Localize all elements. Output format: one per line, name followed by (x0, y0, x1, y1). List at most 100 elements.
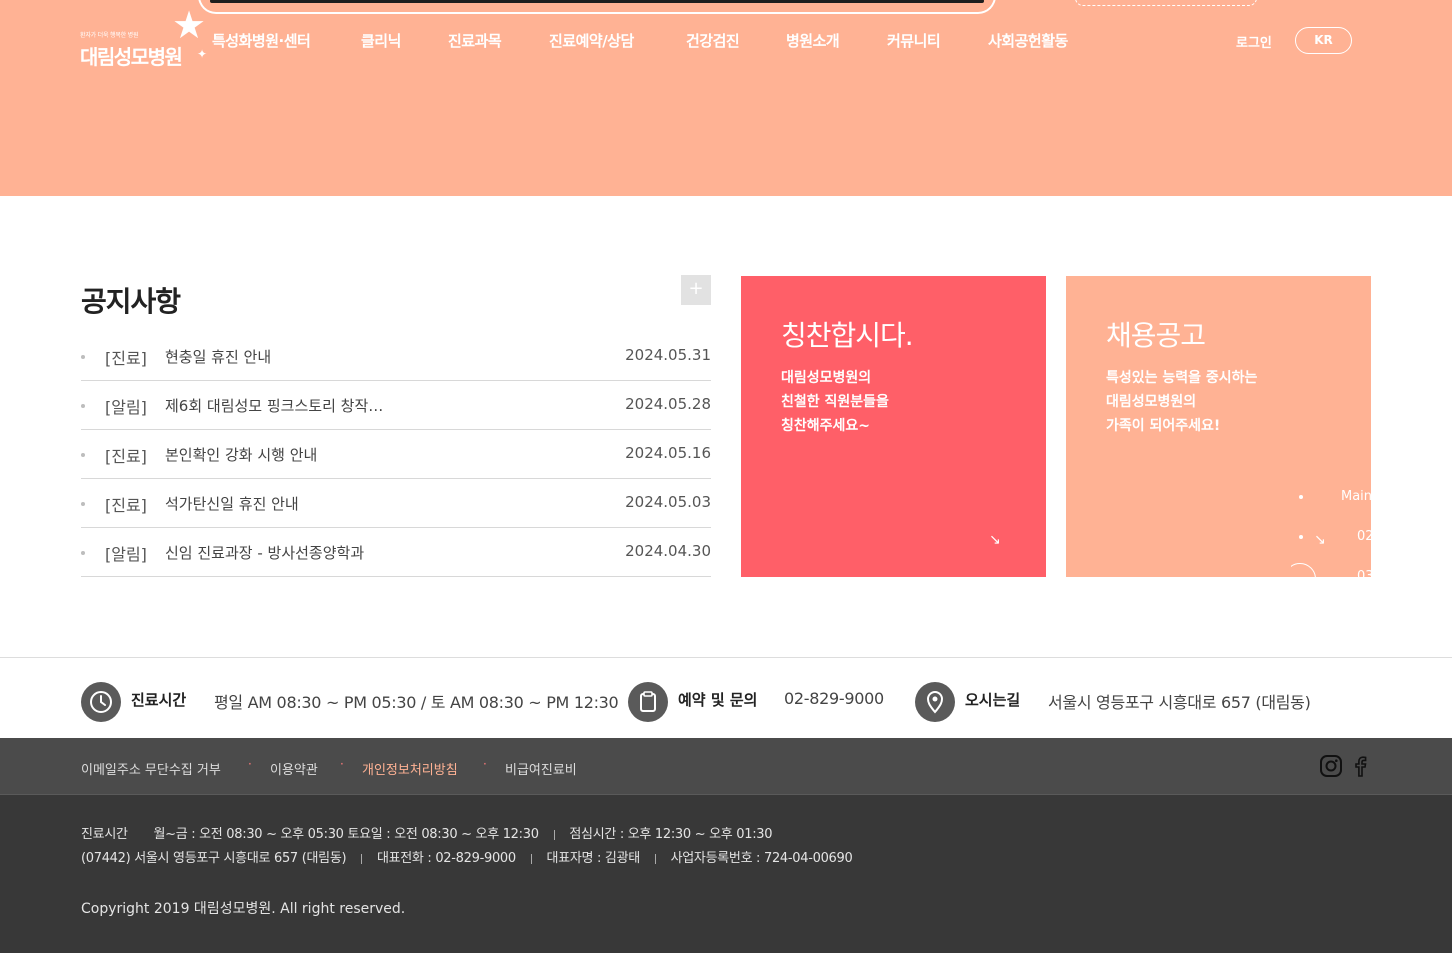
praise-banner[interactable]: 칭찬합시다. 대림성모병원의 친철한 직원분들을 칭찬해주세요~ ↘ (741, 276, 1046, 577)
nav-departments[interactable]: 진료과목 (448, 30, 502, 51)
notice-item[interactable]: [진료] 석가탄신일 휴진 안내 2024.05.03 (81, 479, 711, 528)
language-button[interactable]: KR (1295, 27, 1352, 54)
bullet-dot (81, 355, 85, 359)
notice-date: 2024.05.28 (625, 395, 711, 413)
bullet-dot (81, 551, 85, 555)
praise-description: 대림성모병원의 친철한 직원분들을 칭찬해주세요~ (781, 366, 889, 438)
notice-item-title: 현충일 휴진 안내 (165, 348, 272, 366)
notice-date: 2024.05.31 (625, 346, 711, 364)
notice-title: 공지사항 (81, 285, 181, 318)
logo-tagline: 환자가 더욱 행복한 병원 (80, 32, 139, 39)
recruit-title: 채용공고 (1106, 319, 1206, 352)
footer-phone: 대표전화 : 02-829-9000 (376, 851, 516, 866)
recruit-line: 대림성모병원의 (1106, 394, 1197, 410)
top-banner-frame (198, 0, 996, 14)
star-logo-icon: ★ (172, 3, 207, 47)
slider-dot[interactable] (1299, 535, 1303, 539)
footer-hours-label: 진료시간 (81, 827, 128, 842)
instagram-icon[interactable] (1319, 754, 1343, 778)
notice-more-button[interactable]: + (681, 275, 711, 305)
praise-line: 친철한 직원분들을 (781, 394, 889, 410)
slider-label-02[interactable]: 02 (1357, 529, 1371, 544)
logo[interactable]: 환자가 더욱 행복한 병원 대림성모병원 ★ ✦ (80, 6, 215, 72)
contact-label: 예약 및 문의 (678, 691, 758, 709)
divider (553, 829, 555, 840)
link-privacy-policy[interactable]: 개인정보처리방침 (362, 759, 458, 778)
divider (361, 853, 363, 864)
location-label: 오시는길 (965, 691, 1021, 709)
link-email-refusal[interactable]: 이메일주소 무단수집 거부 (81, 759, 221, 778)
slider-pagination: Main 02 03 (1291, 487, 1371, 577)
notice-item-title: 석가탄신일 휴진 안내 (165, 495, 299, 513)
bullet-dot (81, 502, 85, 506)
nav-about[interactable]: 병원소개 (786, 30, 840, 51)
arrow-down-right-icon: ↘ (989, 532, 1001, 548)
slider-label-03[interactable]: 03 (1357, 569, 1371, 577)
clock-icon (81, 682, 121, 722)
footer-info-line: (07442) 서울시 영등포구 시흥대로 657 (대림동) 대표전화 : 0… (81, 847, 853, 866)
divider (654, 853, 656, 864)
notice-date: 2024.04.30 (625, 542, 711, 560)
hours-label: 진료시간 (131, 691, 187, 709)
notice-category: [진료] (105, 447, 147, 466)
praise-line: 대림성모병원의 (781, 370, 872, 386)
praise-line: 칭찬해주세요~ (781, 418, 871, 434)
notice-list: [진료] 현충일 휴진 안내 2024.05.31 [알림] 제6회 대림성모 … (81, 332, 711, 577)
footer-address: (07442) 서울시 영등포구 시흥대로 657 (대림동) (81, 851, 347, 866)
location-pin-icon (915, 682, 955, 722)
site-footer: 진료시간 월~금 : 오전 08:30 ~ 오후 05:30 토요일 : 오전 … (0, 795, 1452, 953)
info-bar: 진료시간 평일 AM 08:30 ~ PM 05:30 / 토 AM 08:30… (0, 657, 1452, 738)
slider-play-button[interactable] (1291, 563, 1316, 577)
notice-item-title: 제6회 대림성모 핑크스토리 창작… (165, 397, 384, 415)
clipboard-icon (628, 682, 668, 722)
notice-date: 2024.05.03 (625, 493, 711, 511)
notice-item[interactable]: [알림] 신임 진료과장 - 방사선종양학과 2024.04.30 (81, 528, 711, 577)
logo-name: 대림성모병원 (80, 45, 183, 69)
nav-health-checkup[interactable]: 건강검진 (686, 30, 740, 51)
link-non-covered-fees[interactable]: 비급여진료비 (505, 759, 577, 778)
notice-item[interactable]: [진료] 본인확인 강화 시행 안내 2024.05.16 (81, 430, 711, 479)
nav-specialized-center[interactable]: 특성화병원·센터 (212, 30, 311, 51)
nav-clinic[interactable]: 클리닉 (361, 30, 401, 51)
notice-item-title: 본인확인 강화 시행 안내 (165, 446, 318, 464)
notice-category: [알림] (105, 545, 147, 564)
footer-biz-no: 사업자등록번호 : 724-04-00690 (670, 851, 853, 866)
divider (530, 853, 532, 864)
footer-ceo: 대표자명 : 김광태 (546, 851, 641, 866)
footer-links-bar: 이메일주소 무단수집 거부 · 이용약관 · 개인정보처리방침 · 비급여진료비 (0, 738, 1452, 795)
link-separator: · (340, 757, 344, 771)
nav-reservation[interactable]: 진료예약/상담 (549, 30, 634, 51)
notice-category: [진료] (105, 496, 147, 515)
link-separator: · (248, 757, 252, 771)
notice-item[interactable]: [알림] 제6회 대림성모 핑크스토리 창작… 2024.05.28 (81, 381, 711, 430)
praise-title: 칭찬합시다. (781, 319, 914, 352)
login-link[interactable]: 로그인 (1236, 32, 1272, 51)
nav-community[interactable]: 커뮤니티 (887, 30, 941, 51)
site-header: 환자가 더욱 행복한 병원 대림성모병원 ★ ✦ 특성화병원·센터 클리닉 진료… (0, 0, 1452, 196)
link-terms[interactable]: 이용약관 (270, 759, 318, 778)
slider-label-main[interactable]: Main (1341, 489, 1371, 504)
facebook-icon[interactable] (1348, 754, 1372, 778)
bullet-dot (81, 453, 85, 457)
slider-dot[interactable] (1299, 495, 1303, 499)
notice-date: 2024.05.16 (625, 444, 711, 462)
notice-category: [진료] (105, 349, 147, 368)
notice-item[interactable]: [진료] 현충일 휴진 안내 2024.05.31 (81, 332, 711, 381)
bullet-dot (81, 404, 85, 408)
footer-hours-line: 진료시간 월~금 : 오전 08:30 ~ 오후 05:30 토요일 : 오전 … (81, 823, 773, 842)
footer-copyright: Copyright 2019 대림성모병원. All right reserve… (81, 901, 406, 917)
location-value: 서울시 영등포구 시흥대로 657 (대림동) (1048, 693, 1311, 712)
notice-category: [알림] (105, 398, 147, 417)
contact-value: 02-829-9000 (784, 689, 884, 708)
footer-hours-weekday: 월~금 : 오전 08:30 ~ 오후 05:30 토요일 : 오전 08:30… (153, 827, 539, 842)
nav-social-contribution[interactable]: 사회공헌활동 (988, 30, 1068, 51)
small-star-icon: ✦ (197, 47, 208, 61)
notice-item-title: 신임 진료과장 - 방사선종양학과 (165, 544, 365, 562)
recruit-line: 특성있는 능력을 중시하는 (1106, 370, 1258, 386)
hours-value: 평일 AM 08:30 ~ PM 05:30 / 토 AM 08:30 ~ PM… (214, 693, 619, 712)
footer-hours-lunch: 점심시간 : 오후 12:30 ~ 오후 01:30 (569, 827, 773, 842)
recruit-description: 특성있는 능력을 중시하는 대림성모병원의 가족이 되어주세요! (1106, 366, 1257, 438)
recruit-line: 가족이 되어주세요! (1106, 418, 1221, 434)
link-separator: · (483, 757, 487, 771)
top-search-frame (1075, 0, 1257, 6)
